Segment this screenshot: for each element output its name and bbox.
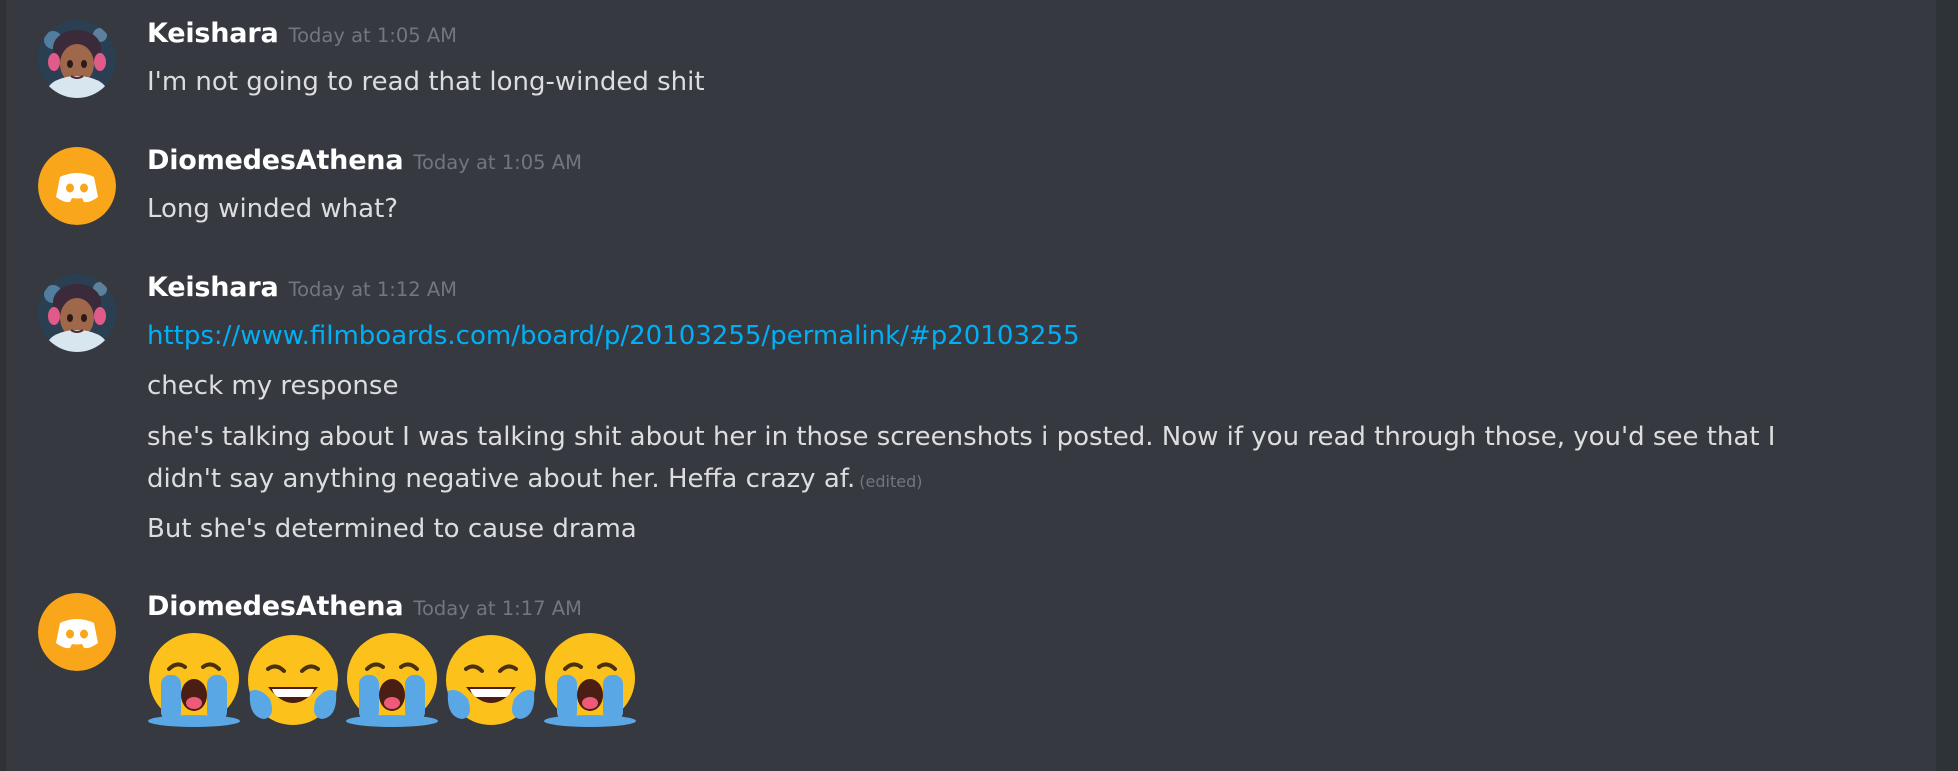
message-text: check my response <box>147 371 399 401</box>
username[interactable]: DiomedesAthena <box>147 145 404 176</box>
loudly-crying-face-icon[interactable] <box>543 633 637 727</box>
message-text-content: she's talking about I was talking shit a… <box>147 422 1776 494</box>
discord-default-avatar-icon <box>38 593 116 671</box>
timestamp[interactable]: Today at 1:12 AM <box>288 278 457 301</box>
tears-of-joy-icon[interactable] <box>444 633 538 727</box>
username[interactable]: Keishara <box>147 272 279 303</box>
message-header: DiomedesAthena Today at 1:05 AM <box>147 145 582 176</box>
avatar[interactable] <box>38 593 116 671</box>
message-link: https://www.filmboards.com/board/p/20103… <box>147 315 1080 357</box>
chat-message-list: Keishara Today at 1:05 AM I'm not going t… <box>0 0 1936 771</box>
message-text: she's talking about I was talking shit a… <box>147 416 1847 503</box>
timestamp[interactable]: Today at 1:05 AM <box>413 151 582 174</box>
message-text: But she's determined to cause drama <box>147 514 637 544</box>
message-header: DiomedesAthena Today at 1:17 AM <box>147 591 582 622</box>
avatar[interactable] <box>38 147 116 225</box>
discord-default-avatar-icon <box>38 147 116 225</box>
timestamp[interactable]: Today at 1:17 AM <box>413 597 582 620</box>
emoji-message <box>147 633 637 729</box>
message-header: Keishara Today at 1:12 AM <box>147 272 457 303</box>
anime-avatar-icon <box>38 20 116 98</box>
tears-of-joy-icon[interactable] <box>246 633 340 727</box>
edited-label: (edited) <box>859 472 923 491</box>
loudly-crying-face-icon[interactable] <box>147 633 241 727</box>
permalink-link[interactable]: https://www.filmboards.com/board/p/20103… <box>147 321 1080 351</box>
message-text: I'm not going to read that long-winded s… <box>147 67 705 97</box>
avatar[interactable] <box>38 274 116 352</box>
message-text: Long winded what? <box>147 194 399 224</box>
username[interactable]: DiomedesAthena <box>147 591 404 622</box>
loudly-crying-face-icon[interactable] <box>345 633 439 727</box>
anime-avatar-icon <box>38 274 116 352</box>
scrollbar-track[interactable] <box>1936 0 1958 771</box>
username[interactable]: Keishara <box>147 18 279 49</box>
timestamp[interactable]: Today at 1:05 AM <box>288 24 457 47</box>
message-header: Keishara Today at 1:05 AM <box>147 18 457 49</box>
avatar[interactable] <box>38 20 116 98</box>
